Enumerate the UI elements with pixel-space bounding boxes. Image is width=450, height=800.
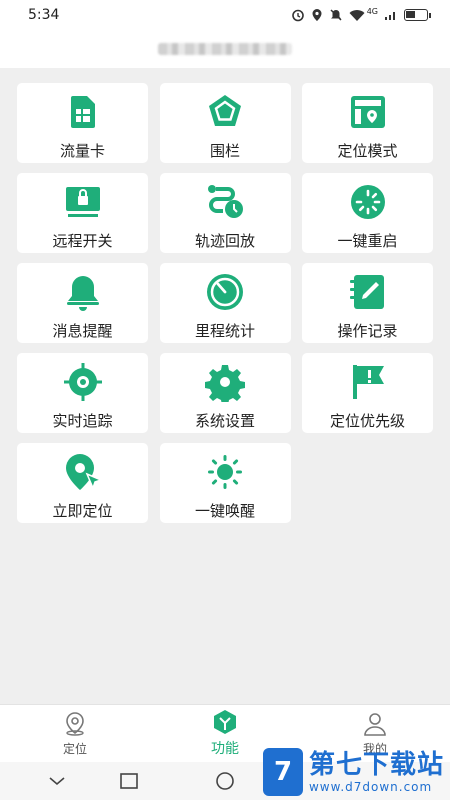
network-type-label: 4G <box>366 6 378 16</box>
nav-item-location[interactable]: 定位 <box>0 705 150 762</box>
tile-location-priority[interactable]: 定位优先级 <box>302 353 433 433</box>
function-grid: 流量卡 围栏 定位模式 远程开关 轨迹回放 一键重启 消息提醒 里程统计 操作记… <box>17 83 433 523</box>
tile-label: 一键唤醒 <box>194 502 255 520</box>
sim-card-icon <box>70 96 95 128</box>
status-bar: 5:34 4G <box>0 0 450 30</box>
person-icon <box>364 712 386 736</box>
status-icons: 4G <box>291 6 431 22</box>
tile-flow-card[interactable]: 流量卡 <box>17 83 148 163</box>
header <box>0 30 450 68</box>
alarm-icon <box>291 8 305 22</box>
tile-operation-log[interactable]: 操作记录 <box>302 263 433 343</box>
battery-icon <box>404 9 431 21</box>
tile-label: 立即定位 <box>52 502 113 520</box>
track-playback-icon <box>208 185 243 218</box>
tile-message-reminder[interactable]: 消息提醒 <box>17 263 148 343</box>
target-icon <box>63 363 102 401</box>
tile-one-key-wake[interactable]: 一键唤醒 <box>159 443 291 523</box>
location-status-icon <box>311 8 323 22</box>
tile-label: 操作记录 <box>337 322 398 340</box>
tile-label: 里程统计 <box>194 322 255 340</box>
watermark-title: 第七下载站 <box>308 750 444 780</box>
location-mode-icon <box>350 96 385 128</box>
pentagon-fence-icon <box>209 95 241 126</box>
restart-icon <box>350 185 385 219</box>
tile-fence[interactable]: 围栏 <box>159 83 291 163</box>
tile-label: 定位模式 <box>337 142 398 160</box>
tile-label: 远程开关 <box>52 232 113 250</box>
tile-locate-now[interactable]: 立即定位 <box>17 443 148 523</box>
device-title-blurred <box>158 43 292 55</box>
bell-icon <box>66 276 99 311</box>
watermark-logo: 7 <box>262 748 303 796</box>
remote-switch-icon <box>65 187 100 217</box>
tile-restart[interactable]: 一键重启 <box>302 173 433 253</box>
home-circle-icon[interactable] <box>215 771 235 791</box>
tile-label: 轨迹回放 <box>194 232 255 250</box>
tile-remote-switch[interactable]: 远程开关 <box>17 173 148 253</box>
tile-label: 消息提醒 <box>52 322 113 340</box>
tile-location-mode[interactable]: 定位模式 <box>302 83 433 163</box>
watermark: 7 第七下载站 www.d7down.com <box>262 748 444 796</box>
watermark-url: www.d7down.com <box>308 780 433 794</box>
locate-now-icon <box>65 454 103 491</box>
watermark-text: 第七下载站 www.d7down.com <box>309 750 444 794</box>
tile-label: 定位优先级 <box>329 412 405 430</box>
tile-realtime-tracking[interactable]: 实时追踪 <box>17 353 148 433</box>
notebook-pen-icon <box>349 275 384 309</box>
mute-icon <box>329 8 343 22</box>
nav-label: 定位 <box>62 741 87 756</box>
tile-label: 围栏 <box>209 142 240 160</box>
tile-mileage-stats[interactable]: 里程统计 <box>159 263 291 343</box>
cube-icon <box>214 710 236 734</box>
tile-label: 一键重启 <box>337 232 398 250</box>
nav-label: 功能 <box>211 741 239 757</box>
location-pin-icon <box>66 711 84 736</box>
tile-label: 流量卡 <box>59 142 105 160</box>
tile-track-playback[interactable]: 轨迹回放 <box>159 173 291 253</box>
wifi-icon <box>349 9 365 22</box>
watermark-logo-letter: 7 <box>273 757 293 787</box>
odometer-icon <box>207 274 243 310</box>
gear-icon <box>205 365 245 402</box>
recents-square-icon[interactable] <box>119 771 139 791</box>
flag-icon <box>352 365 384 399</box>
signal-icon <box>384 9 398 21</box>
back-chevron-icon[interactable] <box>47 771 67 791</box>
tile-label: 实时追踪 <box>52 412 113 430</box>
status-time: 5:34 <box>28 7 60 23</box>
tile-label: 系统设置 <box>194 412 255 430</box>
tile-system-settings[interactable]: 系统设置 <box>159 353 291 433</box>
sun-wake-icon <box>208 455 242 489</box>
